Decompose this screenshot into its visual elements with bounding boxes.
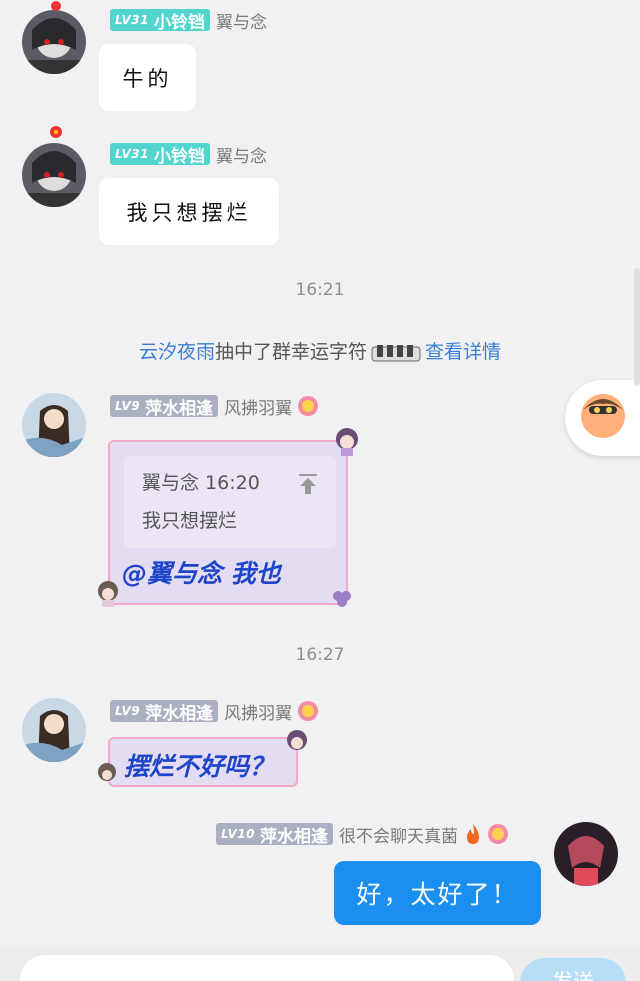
nickname: 萍水相逢 xyxy=(145,703,214,724)
send-button[interactable]: 发送 xyxy=(520,958,626,981)
member-title: 风拂羽翼 xyxy=(224,398,293,419)
floating-assistant-button[interactable] xyxy=(565,380,640,456)
nickname: 萍水相逢 xyxy=(259,826,328,847)
member-title: 翼与念 xyxy=(215,146,267,167)
message-bubble[interactable]: 摆烂不好吗？ xyxy=(108,737,298,787)
member-title: 翼与念 xyxy=(215,12,267,33)
level-badge: LV9 萍水相逢 xyxy=(110,700,219,724)
flower-icon xyxy=(51,1,61,11)
my-avatar[interactable] xyxy=(554,822,618,886)
sender-name-row: LV31 小铃铛 翼与念 xyxy=(110,142,267,167)
quote-text: 我只想摆烂 xyxy=(142,510,238,532)
system-message: 云汐夜雨抽中了群幸运字符 查看详情 xyxy=(0,337,640,364)
quoted-message[interactable]: 翼与念 16:20 我只想摆烂 xyxy=(124,456,336,548)
honor-badge-icon xyxy=(298,396,319,416)
honor-badge-icon xyxy=(298,701,319,721)
chibi-sticker-icon xyxy=(98,581,118,607)
avatar[interactable] xyxy=(22,10,86,74)
level-badge: LV31 小铃铛 xyxy=(110,143,210,167)
nickname: 萍水相逢 xyxy=(145,398,214,419)
sender-name-row: LV9 萍水相逢 风拂羽翼 xyxy=(110,394,319,419)
assistant-avatar-icon xyxy=(581,394,625,438)
sender-name-row: LV9 萍水相逢 风拂羽翼 xyxy=(110,699,319,724)
avatar[interactable] xyxy=(22,698,86,762)
my-message-bubble[interactable]: 好，太好了！ xyxy=(334,861,541,925)
quote-author-time: 翼与念 16:20 xyxy=(142,472,260,494)
message-text: 摆烂不好吗？ xyxy=(124,752,275,781)
chibi-sticker-icon xyxy=(287,730,307,750)
nickname: 小铃铛 xyxy=(153,146,205,167)
chibi-sticker-icon xyxy=(336,428,358,456)
message-bubble[interactable]: 牛的 xyxy=(99,44,196,111)
chibi-sticker-icon xyxy=(98,763,116,781)
jump-to-top-icon[interactable] xyxy=(296,472,320,496)
system-user-link[interactable]: 云汐夜雨 xyxy=(139,341,215,363)
honor-badge-icon xyxy=(487,824,508,844)
flower-icon xyxy=(50,126,62,138)
timestamp: 16:27 xyxy=(295,645,345,665)
sender-name-row: LV31 小铃铛 翼与念 xyxy=(110,8,267,33)
message-bubble[interactable]: 我只想摆烂 xyxy=(99,178,279,245)
fire-icon xyxy=(466,824,479,844)
nickname: 小铃铛 xyxy=(153,12,205,33)
avatar[interactable] xyxy=(22,393,86,457)
level-badge: LV31 小铃铛 xyxy=(110,9,210,33)
system-action: 抽中了群幸运字符 xyxy=(214,341,367,363)
level-badge: LV9 萍水相逢 xyxy=(110,395,219,419)
reply-text: @翼与念 我也 xyxy=(122,559,281,588)
quote-reply-bubble[interactable]: 翼与念 16:20 我只想摆烂 @翼与念 我也 xyxy=(108,440,348,605)
view-details-link[interactable]: 查看详情 xyxy=(425,341,501,363)
level-badge: LV10 萍水相逢 xyxy=(216,823,333,847)
timestamp: 16:21 xyxy=(295,280,345,300)
sender-name-row: LV10 萍水相逢 很不会聊天真菌 xyxy=(216,822,508,847)
member-title: 风拂羽翼 xyxy=(224,703,293,724)
avatar[interactable] xyxy=(22,143,86,207)
message-input[interactable] xyxy=(20,955,514,981)
scrollbar[interactable] xyxy=(634,268,640,386)
lucky-char-icon xyxy=(371,344,421,361)
member-title: 很不会聊天真菌 xyxy=(338,826,458,847)
grape-sticker-icon xyxy=(333,591,351,607)
